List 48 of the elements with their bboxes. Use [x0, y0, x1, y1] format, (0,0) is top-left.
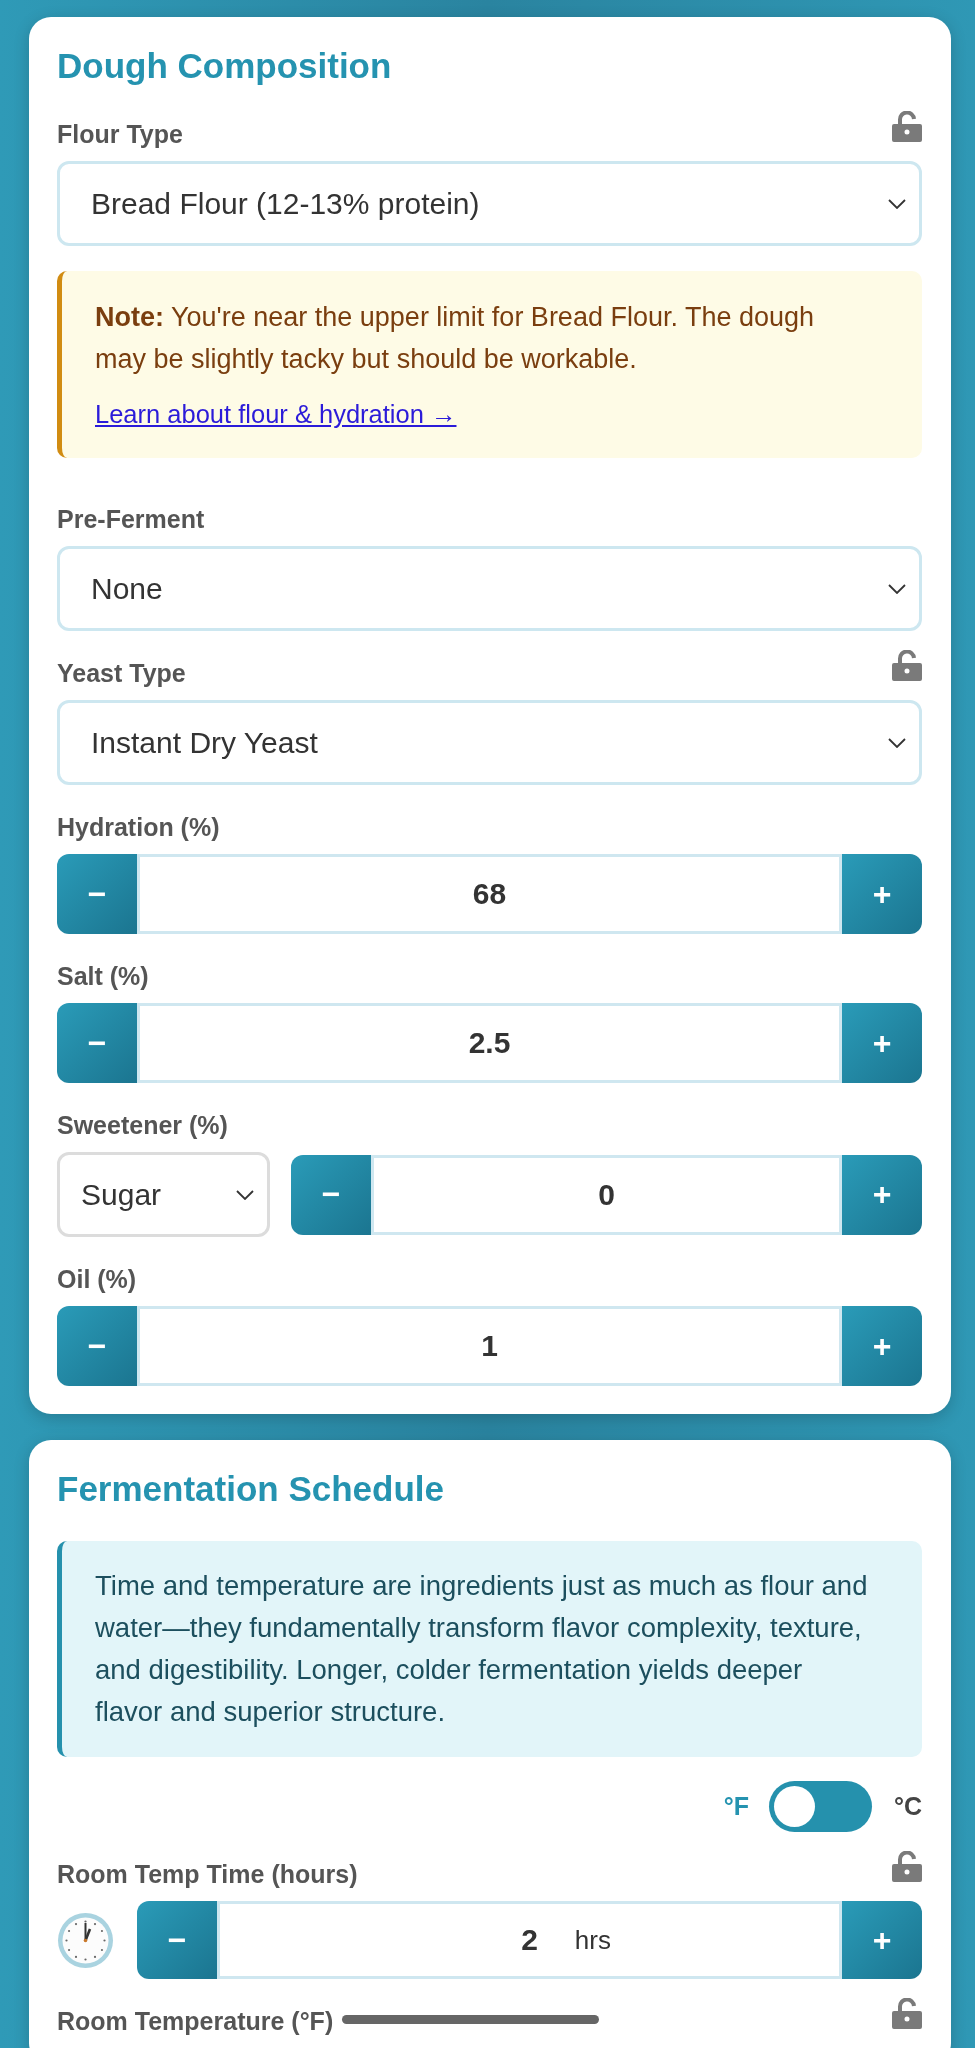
increment-button[interactable]: + — [842, 1154, 922, 1235]
dropdown-select[interactable]: None — [57, 546, 922, 631]
unlocked-lock-icon[interactable] — [892, 111, 922, 142]
toggle-knob[interactable] — [773, 1786, 815, 1827]
unlocked-lock-icon[interactable] — [892, 650, 922, 681]
number-field[interactable]: 2 hrs — [217, 1901, 842, 1979]
slider-track[interactable] — [342, 2015, 600, 2024]
decrement-button[interactable]: − — [291, 1154, 371, 1235]
increment-button[interactable]: + — [842, 1901, 922, 1979]
number-field[interactable]: 2.5 — [137, 1003, 842, 1083]
learn-more-link[interactable]: Learn about flour & hydration → — [95, 393, 457, 435]
note-text: Note: You're near the upper limit for Bread Flour. The dough may be slightly tacky but should be workable. — [95, 301, 816, 376]
chevron-down-icon — [888, 198, 906, 209]
field-label: Pre-Ferment — [57, 504, 205, 535]
dropdown-select[interactable]: Instant Dry Yeast — [57, 700, 922, 785]
field-label: Sweetener (%) — [57, 1110, 228, 1141]
chevron-down-icon — [888, 737, 906, 748]
unit-option[interactable]: °F — [723, 1792, 749, 1821]
section-title: Dough Composition — [57, 45, 393, 87]
decrement-button[interactable]: − — [137, 1901, 217, 1979]
dropdown-select[interactable]: Bread Flour (12-13% protein) — [57, 161, 922, 246]
decrement-button[interactable]: − — [57, 1003, 137, 1083]
section-title: Fermentation Schedule — [57, 1468, 446, 1510]
unlocked-lock-icon[interactable] — [892, 1998, 922, 2029]
increment-button[interactable]: + — [842, 1003, 922, 1083]
number-field[interactable]: 0 — [371, 1154, 842, 1235]
field-label: Flour Type — [57, 119, 183, 150]
unlocked-lock-icon[interactable] — [892, 1851, 922, 1882]
number-field[interactable]: 68 — [137, 854, 842, 934]
unit-label: hrs — [574, 1924, 611, 1956]
field-label: Yeast Type — [57, 658, 186, 689]
clock-icon — [57, 1911, 114, 1969]
sweetener-select[interactable]: Sugar — [57, 1152, 270, 1237]
number-field[interactable]: 1 — [137, 1306, 842, 1386]
info-text: Time and temperature are ingredients just as much as flour and water—they fundamentally transform flavor complexity, texture, and digestibility. Longer, colder fermentation yields deeper flavor and superior structure. — [95, 1569, 869, 1729]
increment-button[interactable]: + — [842, 854, 922, 934]
field-label: Salt (%) — [57, 961, 149, 992]
field-label: Room Temp Time (hours) — [57, 1859, 358, 1890]
increment-button[interactable]: + — [842, 1306, 922, 1386]
decrement-button[interactable]: − — [57, 854, 137, 934]
unit-option[interactable]: °C — [893, 1792, 922, 1821]
chevron-down-icon — [236, 1189, 254, 1200]
field-label: Oil (%) — [57, 1264, 137, 1295]
chevron-down-icon — [888, 583, 906, 594]
field-label: Hydration (%) — [57, 812, 220, 843]
decrement-button[interactable]: − — [57, 1306, 137, 1386]
field-label: Room Temperature (°F) — [57, 2006, 334, 2037]
toggle-switch[interactable] — [768, 1781, 872, 1832]
